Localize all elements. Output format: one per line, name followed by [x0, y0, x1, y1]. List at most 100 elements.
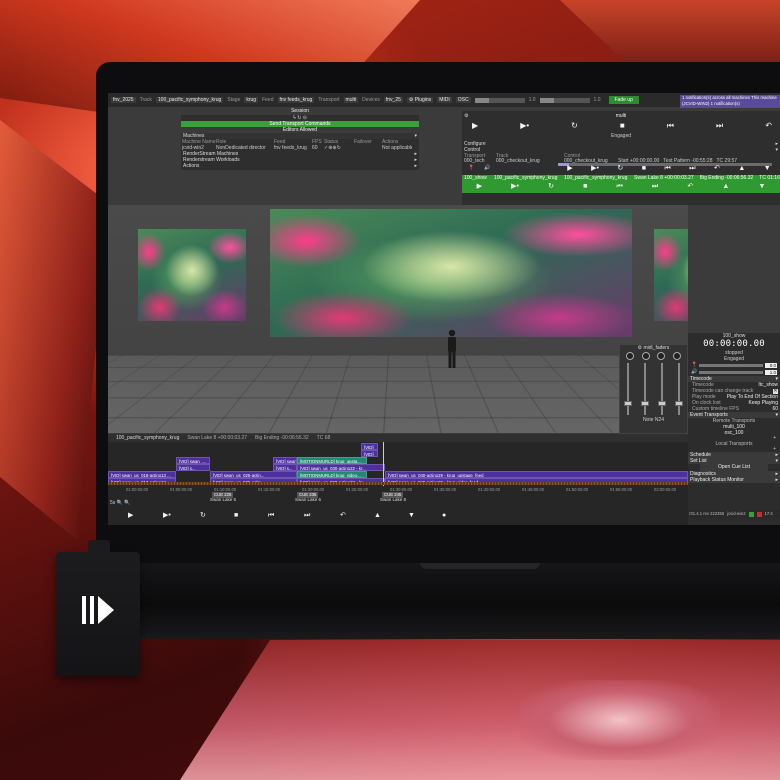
volume-value[interactable]: 1.0 [765, 370, 777, 375]
midi-fader[interactable] [661, 363, 663, 415]
previous-section-icon[interactable]: ⏮ [268, 512, 274, 521]
volume-icon[interactable]: 🔊 [484, 165, 490, 171]
level-slider[interactable] [699, 364, 763, 367]
previous-section-icon[interactable]: ⏮ [667, 121, 674, 131]
stage-viewport[interactable] [108, 205, 688, 433]
down-icon[interactable]: ▼ [764, 165, 771, 174]
up-icon[interactable]: ▲ [738, 165, 745, 174]
motion-clip[interactable]: [MOTIONMURLD] krug_upsta... [297, 457, 367, 464]
actions-section[interactable]: Actions ▸ [181, 163, 419, 169]
video-clip[interactable]: [VID] s... [176, 464, 210, 471]
loop-section-icon[interactable]: ↻ [200, 512, 206, 521]
timeline-ruler[interactable] [108, 482, 688, 485]
stop-icon[interactable]: ■ [642, 165, 646, 174]
timeline-panel[interactable]: 100_pacific_symphony_krug Swan Lake 8 +0… [108, 434, 688, 525]
notification-banner[interactable]: 1 notification(s) across all machines Th… [680, 95, 780, 108]
checkbox[interactable]: ✕ [773, 389, 778, 394]
next-section-icon[interactable]: ⏭ [652, 183, 658, 192]
midi-knob[interactable] [657, 352, 665, 360]
loop-section-icon[interactable]: ↻ [617, 165, 623, 174]
fader-handle[interactable] [624, 401, 632, 406]
playhead[interactable] [383, 442, 384, 486]
up-icon[interactable]: ▲ [722, 183, 729, 192]
loop-section-icon[interactable]: ↻ [571, 121, 578, 131]
volume-slider[interactable] [699, 371, 763, 374]
osc-menu[interactable]: OSC [456, 97, 471, 103]
right-screen-panel[interactable] [654, 229, 688, 321]
stop-icon[interactable]: ■ [234, 512, 238, 521]
midi-menu[interactable]: MIDI [437, 97, 452, 103]
midi-knob[interactable] [626, 352, 634, 360]
next-section-icon[interactable]: ⏭ [716, 121, 723, 131]
fade-slider[interactable] [475, 98, 525, 103]
video-clip[interactable]: [VID] swan_... [176, 457, 210, 464]
center-screen-panel[interactable] [270, 209, 632, 337]
fader-handle[interactable] [641, 401, 649, 406]
play-icon[interactable]: ▶ [128, 512, 133, 521]
machine-actions[interactable]: Not applicable [382, 145, 412, 151]
return-icon[interactable]: ↶ [714, 165, 720, 174]
stop-icon[interactable]: ■ [620, 121, 625, 131]
stop-icon[interactable]: ■ [583, 183, 587, 192]
previous-section-icon[interactable]: ⏮ [664, 165, 670, 174]
devices-select[interactable]: fnv_25 [384, 97, 403, 103]
video-clip[interactable]: [VID] [361, 443, 378, 450]
play-section-icon[interactable]: ▶• [511, 183, 519, 192]
pin-icon[interactable]: 📍 [468, 165, 474, 171]
transport-select[interactable]: multi [344, 97, 359, 103]
fade-up-button[interactable]: Fade up [609, 96, 639, 104]
video-clip[interactable]: [VID] swan_... [273, 457, 297, 464]
feed-select[interactable]: fnv feeds_krug [278, 97, 315, 103]
midi-title-text: midi_faders [644, 345, 670, 351]
zoom-out-icon[interactable]: 🔍 [124, 500, 130, 506]
previous-section-icon[interactable]: ⏮ [616, 183, 622, 192]
video-clip[interactable]: [VID] s... [273, 464, 297, 471]
section-label: Playback Status Monitor [690, 477, 744, 483]
next-section-icon[interactable]: ⏭ [304, 512, 310, 521]
midi-knob[interactable] [673, 352, 681, 360]
play-icon[interactable]: ▶ [477, 183, 482, 192]
play-icon[interactable]: ▶ [472, 121, 478, 131]
record-icon[interactable]: ● [442, 512, 446, 521]
play-section-icon[interactable]: ▶• [163, 512, 171, 521]
midi-fader[interactable] [678, 363, 680, 415]
zoom-in-icon[interactable]: 🔍 [117, 500, 123, 506]
fade-slider-2[interactable] [540, 98, 590, 103]
fader-handle[interactable] [675, 401, 683, 406]
playback-monitor-section[interactable]: Playback Status Monitor ▸ [688, 477, 780, 483]
video-clip[interactable]: [VID] swan_us_030-actino22 - kr... [297, 464, 385, 471]
level-value[interactable]: 0.0 [765, 363, 777, 368]
down-icon[interactable]: ▼ [408, 512, 415, 521]
motion-clip[interactable]: [MOTIONMURLD] krug_video... [297, 471, 367, 478]
play-section-icon[interactable]: ▶• [591, 165, 599, 174]
midi-fader[interactable] [627, 363, 629, 415]
video-clip[interactable]: [VID] [361, 450, 378, 457]
show-control: 100_pacific_symphony_krug [564, 175, 628, 181]
return-icon[interactable]: ↶ [340, 512, 346, 521]
next-section-icon[interactable]: ⏭ [689, 165, 695, 174]
project-name[interactable]: fnv_2025 [111, 97, 136, 103]
status-alert-icon[interactable] [757, 512, 762, 517]
volume-icon[interactable]: 🔊 [691, 369, 697, 375]
up-icon[interactable]: ▲ [374, 512, 381, 521]
return-icon[interactable]: ↶ [687, 183, 693, 192]
plugins-menu[interactable]: ⚙ Plugins [407, 97, 433, 103]
play-icon[interactable]: ▶ [567, 165, 572, 174]
video-clip[interactable]: [VID] swan_us_018-actino13 ... [108, 471, 176, 478]
return-icon[interactable]: ↶ [765, 121, 772, 131]
stage-select[interactable]: krug [244, 97, 258, 103]
midi-fader[interactable] [644, 363, 646, 415]
left-screen-panel[interactable] [138, 229, 246, 321]
show-transport-row[interactable]: 100_show 100_pacific_symphony_krug 100_p… [462, 175, 780, 182]
down-icon[interactable]: ▼ [758, 183, 765, 192]
video-clip[interactable]: [VID] swan_us_040-actino29 - krug_upstag… [385, 471, 688, 478]
play-section-icon[interactable]: ▶• [520, 121, 529, 131]
video-clip[interactable]: [VID] swan_us_025-actin... [210, 471, 297, 478]
tech-controls: ▶ ▶• ↻ ■ ⏮ ⏭ ↶ ▲ ▼ [558, 164, 780, 174]
track-select[interactable]: 100_pacific_symphony_krug [156, 97, 223, 103]
pin-icon[interactable]: 📍 [691, 362, 697, 368]
chevron-down-icon: ▾ [775, 412, 778, 418]
fader-handle[interactable] [658, 401, 666, 406]
midi-knob[interactable] [642, 352, 650, 360]
loop-section-icon[interactable]: ↻ [548, 183, 554, 192]
